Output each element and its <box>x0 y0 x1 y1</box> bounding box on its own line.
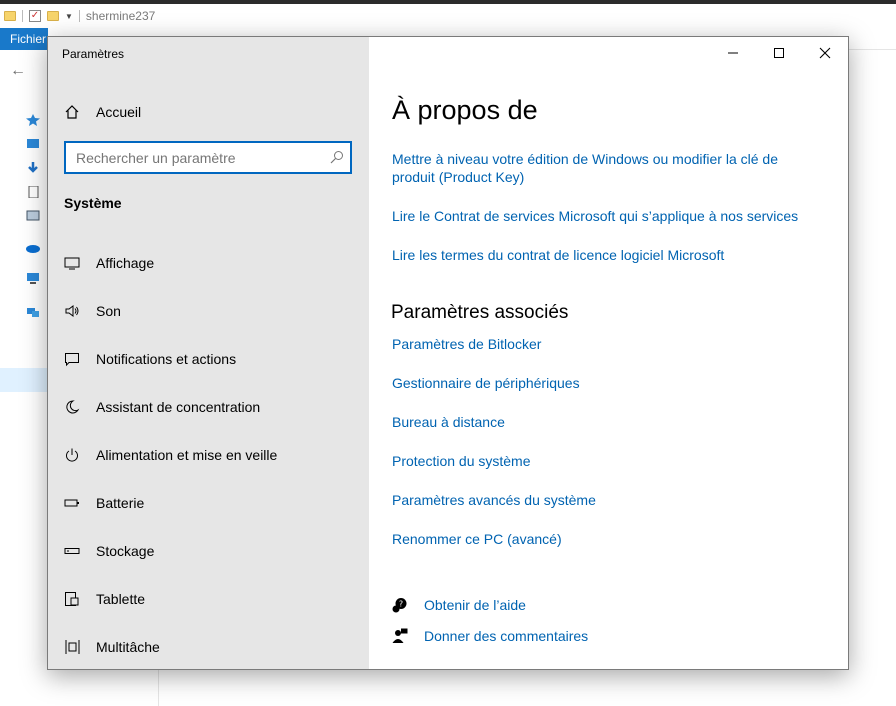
nav-item-label: Alimentation et mise en veille <box>96 447 278 463</box>
feedback-row[interactable]: Donner des commentaires <box>392 628 588 644</box>
license-terms-link[interactable]: Lire les termes du contrat de licence lo… <box>392 246 724 264</box>
network-icon[interactable] <box>26 306 40 318</box>
monitor-icon <box>64 257 80 270</box>
ribbon-tab-fichier[interactable]: Fichier <box>0 28 48 50</box>
page-title: À propos de <box>392 95 538 125</box>
nav-item-notifications[interactable]: Notifications et actions <box>48 335 369 383</box>
minimize-icon <box>728 52 738 54</box>
remote-desktop-link[interactable]: Bureau à distance <box>392 413 505 431</box>
chevron-down-icon[interactable]: ▼ <box>65 12 73 21</box>
separator <box>78 10 80 22</box>
nav-item-label: Tablette <box>96 591 146 607</box>
nav-item-label: Son <box>96 303 121 319</box>
feedback-icon <box>392 628 408 643</box>
explorer-title: shermine237 <box>85 9 156 23</box>
nav-item-son[interactable]: Son <box>48 287 369 335</box>
power-icon <box>66 448 78 462</box>
nav-item-label: Notifications et actions <box>96 351 237 367</box>
nav-item-alimentation[interactable]: Alimentation et mise en veille <box>48 431 369 479</box>
window-title: Paramètres <box>62 47 125 61</box>
home-label: Accueil <box>96 104 142 120</box>
upgrade-edition-link[interactable]: Mettre à niveau votre édition de Windows… <box>392 150 812 186</box>
device-manager-link[interactable]: Gestionnaire de périphériques <box>392 374 580 392</box>
search-icon[interactable] <box>330 150 344 164</box>
nav-item-tablette[interactable]: Tablette <box>48 575 369 623</box>
explorer-nav-pane <box>0 100 48 700</box>
explorer-divider <box>158 670 159 706</box>
section-title: Système <box>64 195 122 211</box>
advanced-system-settings-link[interactable]: Paramètres avancés du système <box>392 491 596 509</box>
explorer-titlebar: ✓ ▼ shermine237 <box>0 4 896 28</box>
separator <box>22 10 23 22</box>
download-icon[interactable] <box>26 162 40 174</box>
this-pc-icon[interactable] <box>26 272 40 284</box>
onedrive-icon[interactable] <box>26 242 40 254</box>
nav-selection <box>0 368 48 392</box>
tablet-icon <box>65 592 79 606</box>
nav-item-batterie[interactable]: Batterie <box>48 479 369 527</box>
nav-item-label: Affichage <box>96 255 155 271</box>
nav-item-label: Assistant de concentration <box>96 399 261 415</box>
close-icon <box>819 47 831 59</box>
notification-icon <box>65 353 79 367</box>
quick-access-star-icon[interactable] <box>26 114 40 126</box>
maximize-button[interactable] <box>756 37 802 69</box>
system-protection-link[interactable]: Protection du système <box>392 452 531 470</box>
back-arrow-icon[interactable]: ← <box>10 62 26 80</box>
home-nav-item[interactable]: Accueil <box>64 101 141 123</box>
folder-icon <box>4 11 16 21</box>
help-chat-icon: ? <box>392 598 407 613</box>
svg-text:?: ? <box>399 600 403 609</box>
get-help-row[interactable]: ? Obtenir de l’aide <box>392 597 526 613</box>
settings-window: Paramètres Accueil Système Affichage Son… <box>47 36 849 670</box>
storage-icon <box>64 548 80 554</box>
nav-item-label: Stockage <box>96 543 155 559</box>
home-icon <box>65 105 79 119</box>
nav-item-label: Multitâche <box>96 639 160 655</box>
search-box[interactable] <box>64 141 352 174</box>
close-button[interactable] <box>802 37 848 69</box>
maximize-icon <box>774 48 784 58</box>
nav-item-label: Batterie <box>96 495 145 511</box>
moon-icon <box>66 400 80 414</box>
system-nav-list: Affichage Son Notifications et actions A… <box>48 239 369 669</box>
new-folder-icon[interactable] <box>47 11 59 21</box>
caption-buttons <box>710 37 848 69</box>
bitlocker-link[interactable]: Paramètres de Bitlocker <box>392 335 541 353</box>
rename-pc-link[interactable]: Renommer ce PC (avancé) <box>392 530 562 548</box>
feedback-link[interactable]: Donner des commentaires <box>424 628 588 644</box>
minimize-button[interactable] <box>710 37 756 69</box>
multitask-icon <box>65 640 80 654</box>
pictures-icon[interactable] <box>26 210 40 222</box>
settings-sidebar: Paramètres Accueil Système Affichage Son… <box>48 37 369 669</box>
nav-item-stockage[interactable]: Stockage <box>48 527 369 575</box>
nav-item-multitache[interactable]: Multitâche <box>48 623 369 669</box>
related-settings-heading: Paramètres associés <box>391 302 569 323</box>
document-icon[interactable] <box>26 186 40 198</box>
search-input[interactable] <box>76 149 326 166</box>
properties-icon[interactable]: ✓ <box>29 10 41 22</box>
nav-item-concentration[interactable]: Assistant de concentration <box>48 383 369 431</box>
battery-icon <box>64 499 79 507</box>
desktop-icon[interactable] <box>26 138 40 150</box>
speaker-icon <box>65 305 79 317</box>
services-agreement-link[interactable]: Lire le Contrat de services Microsoft qu… <box>392 207 798 225</box>
get-help-link[interactable]: Obtenir de l’aide <box>424 597 526 613</box>
nav-item-affichage[interactable]: Affichage <box>48 239 369 287</box>
